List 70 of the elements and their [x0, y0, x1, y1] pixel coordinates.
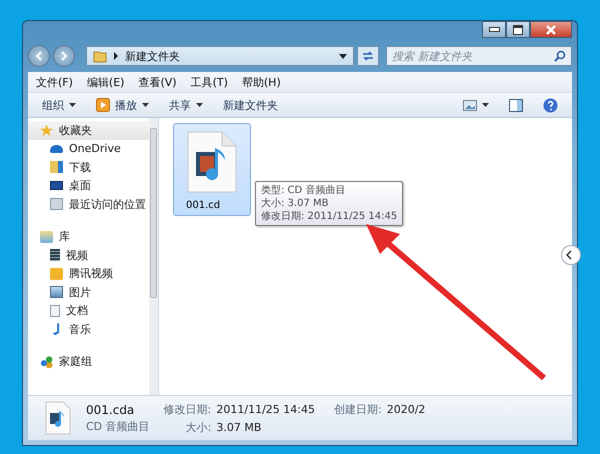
toolbar-button[interactable]: 播放: [88, 96, 157, 114]
address-path: 新建文件夹: [125, 48, 181, 64]
sidebar-item[interactable]: 家庭组: [28, 352, 149, 371]
picture-icon: [50, 286, 63, 298]
detail-value: 3.07 MB: [216, 420, 262, 434]
sidebar-item[interactable]: 视频: [28, 246, 149, 264]
file-type: CD 音频曲目: [86, 418, 150, 434]
toolbar-button[interactable]: 组织: [34, 96, 84, 114]
search-field[interactable]: 搜索 新建文件夹: [386, 46, 572, 66]
file-item[interactable]: 001.cd: [173, 123, 251, 216]
pane-icon: [509, 98, 523, 112]
menu-item[interactable]: 文件(F): [36, 74, 73, 90]
minimize-button[interactable]: [482, 21, 506, 38]
document-icon: [50, 304, 60, 317]
menu-item[interactable]: 帮助(H): [242, 74, 281, 90]
cloud-icon: [50, 144, 63, 153]
address-bar[interactable]: 新建文件夹: [86, 46, 354, 66]
detail-label: 修改日期:: [164, 402, 212, 416]
recent-icon: [50, 198, 63, 210]
menu-item[interactable]: 工具(T): [190, 74, 228, 90]
file-name: 001.cda: [86, 402, 136, 416]
sidebar-item[interactable]: 图片: [28, 283, 149, 302]
close-icon: [545, 24, 557, 34]
forward-button[interactable]: [53, 45, 75, 67]
download-icon: [50, 161, 63, 174]
caret-icon: [482, 103, 489, 107]
collapse-button[interactable]: [561, 245, 581, 265]
caret-icon: [142, 103, 149, 107]
maximize-button[interactable]: [506, 21, 530, 38]
detail-label: 大小:: [184, 420, 212, 434]
sidebar-item[interactable]: 腾讯视频: [28, 264, 149, 283]
refresh-button[interactable]: [357, 46, 379, 66]
sidebar-item[interactable]: 收藏夹: [28, 121, 149, 140]
picture-icon: [463, 100, 477, 110]
sidebar-item[interactable]: 最近访问的位置: [28, 195, 149, 214]
tooltip-line: 大小: 3.07 MB: [261, 197, 330, 210]
help-icon: [543, 98, 558, 112]
dropdown-arrow-icon[interactable]: [339, 54, 347, 58]
toolbar-button[interactable]: 共享: [161, 96, 211, 114]
detail-value: 2020/2: [386, 402, 426, 416]
refresh-icon: [361, 50, 375, 62]
toolbar-button[interactable]: 新建文件夹: [215, 96, 286, 114]
sidebar-item[interactable]: 下载: [28, 158, 149, 176]
sidebar-item[interactable]: 库: [28, 228, 149, 246]
detail-value: 2011/11/25 14:45: [216, 402, 315, 416]
close-button[interactable]: [530, 21, 572, 38]
audio-file-icon: [44, 401, 72, 435]
menu-item[interactable]: 查看(V): [138, 74, 177, 90]
sidebar-item[interactable]: OneDrive: [28, 140, 149, 158]
desktop-icon: [50, 181, 63, 190]
caret-icon: [196, 103, 203, 107]
video-icon: [50, 249, 60, 262]
homegroup-icon: [40, 356, 53, 368]
tencent-icon: [50, 268, 63, 280]
sidebar-item[interactable]: 桌面: [28, 176, 149, 195]
chevron-icon: [113, 52, 119, 60]
sidebar-item[interactable]: 文档: [28, 302, 149, 320]
chevron-left-icon: [566, 250, 572, 260]
scrollbar[interactable]: [149, 118, 158, 395]
play-icon: [96, 98, 110, 112]
detail-label: 创建日期:: [334, 402, 382, 416]
tooltip-line: 修改日期: 2011/11/25 14:45: [261, 210, 398, 223]
sidebar-item[interactable]: 音乐: [28, 320, 149, 338]
caret-icon: [69, 103, 76, 107]
search-icon: [554, 50, 566, 62]
library-icon: [40, 230, 53, 243]
tooltip-line: 类型: CD 音频曲目: [261, 184, 346, 197]
menu-item[interactable]: 编辑(E): [86, 74, 124, 90]
folder-icon: [93, 49, 107, 63]
back-button[interactable]: [28, 45, 50, 67]
